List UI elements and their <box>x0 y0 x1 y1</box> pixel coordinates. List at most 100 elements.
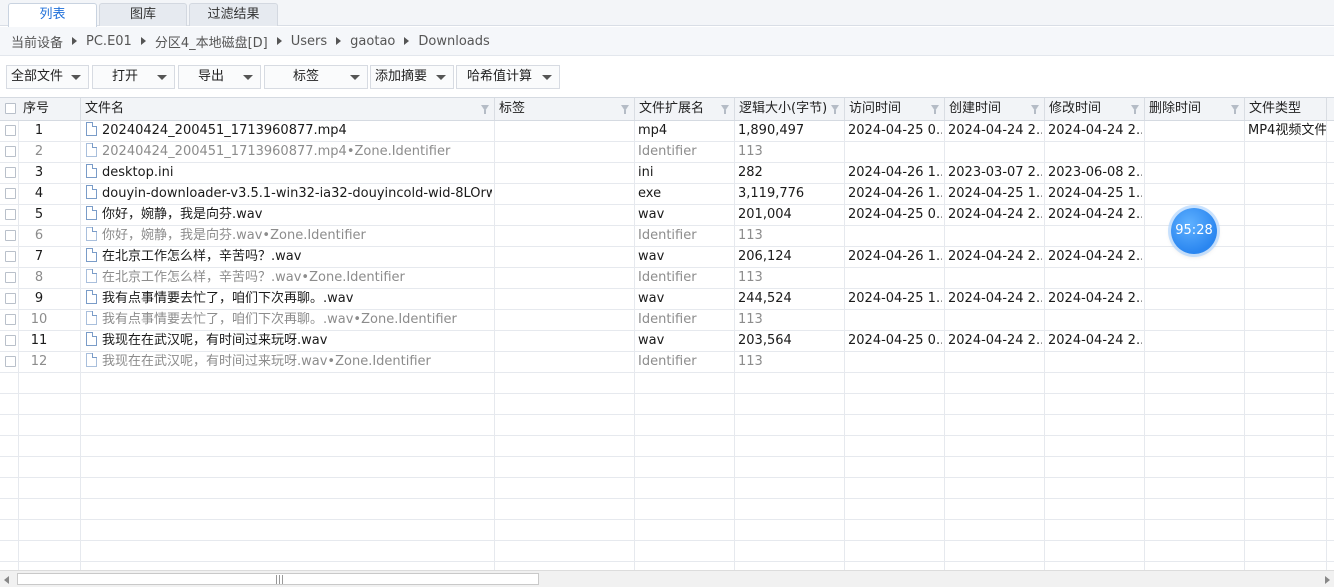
breadcrumb-item-user[interactable]: gaotao <box>350 34 395 49</box>
table-row[interactable]: 11 我现在在武汉呢，有时间过来玩呀.wav wav 203,564 2024-04-2… <box>0 331 1334 352</box>
export-button[interactable]: 导出 <box>178 65 261 89</box>
table-row[interactable]: 10 我有点事情要去忙了，咱们下次再聊。.wav•Zone.Identifier I… <box>0 310 1334 331</box>
hash-calc-button[interactable]: 哈希值计算 <box>456 65 560 89</box>
breadcrumb-item-evidence[interactable]: PC.E01 <box>86 34 132 49</box>
row-checkbox[interactable] <box>5 251 16 262</box>
column-header-tag[interactable]: 标签 <box>495 98 635 120</box>
column-header-deleted[interactable]: 删除时间 <box>1145 98 1245 120</box>
table-header: 序号 文件名 标签 文件扩展名 逻辑大小(字节) 访问时间 创建时间 修改时间 … <box>0 98 1334 121</box>
column-header-seq[interactable]: 序号 <box>18 98 81 120</box>
column-header-modified[interactable]: 修改时间 <box>1045 98 1145 120</box>
cell-size-text: 113 <box>738 270 763 285</box>
column-header-size[interactable]: 逻辑大小(字节) <box>735 98 845 120</box>
row-checkbox[interactable] <box>5 314 16 325</box>
table-row[interactable]: 1 20240424_200451_1713960877.mp4 mp4 1,890,… <box>0 121 1334 142</box>
cell-accessed-text: 2024-04-25 0... <box>848 207 942 222</box>
table-row[interactable]: 7 在北京工作怎么样，辛苦吗？.wav wav 206,124 2024-04-26 1… <box>0 247 1334 268</box>
cell-accessed <box>846 352 942 372</box>
horizontal-scrollbar[interactable]: ||| <box>0 570 1334 587</box>
filter-icon[interactable] <box>1031 105 1039 114</box>
all-files-dropdown[interactable]: 全部文件 <box>6 65 89 89</box>
breadcrumb-item-downloads[interactable]: Downloads <box>418 34 489 49</box>
filter-icon[interactable] <box>1231 105 1239 114</box>
caret-down-icon <box>243 75 253 80</box>
column-header-accessed-label: 访问时间 <box>849 101 902 116</box>
file-table: 序号 文件名 标签 文件扩展名 逻辑大小(字节) 访问时间 创建时间 修改时间 … <box>0 97 1334 570</box>
tag-button[interactable]: 标签 <box>264 65 368 89</box>
cell-accessed <box>846 310 942 330</box>
cell-ext-text: wav <box>638 207 665 222</box>
row-checkbox[interactable] <box>5 335 16 346</box>
cell-modified-text: 2024-04-24 2... <box>1048 291 1142 306</box>
cell-ext-text: wav <box>638 333 665 348</box>
table-row[interactable]: 8 在北京工作怎么样，辛苦吗？.wav•Zone.Identifier Identi… <box>0 268 1334 289</box>
cell-accessed <box>846 142 942 162</box>
file-icon <box>86 122 97 136</box>
cell-size: 282 <box>736 163 842 183</box>
row-checkbox[interactable] <box>5 230 16 241</box>
cell-deleted <box>1146 163 1242 183</box>
filter-icon[interactable] <box>481 105 489 114</box>
cell-ext-text: exe <box>638 186 662 201</box>
row-checkbox[interactable] <box>5 272 16 283</box>
column-header-deleted-label: 删除时间 <box>1149 101 1202 116</box>
cell-tag <box>496 289 632 309</box>
filter-icon[interactable] <box>831 105 839 114</box>
column-header-type[interactable]: 文件类型 <box>1245 98 1327 120</box>
add-digest-button[interactable]: 添加摘要 <box>370 65 454 89</box>
cell-accessed: 2024-04-25 0... <box>846 121 942 141</box>
cell-ext: wav <box>636 247 732 267</box>
cell-seq: 5 <box>20 205 78 225</box>
column-header-accessed[interactable]: 访问时间 <box>845 98 945 120</box>
all-files-label: 全部文件 <box>11 69 64 84</box>
row-checkbox[interactable] <box>5 125 16 136</box>
scrollbar-thumb[interactable]: ||| <box>17 573 539 585</box>
tab-gallery[interactable]: 图库 <box>99 3 187 26</box>
row-checkbox[interactable] <box>5 356 16 367</box>
cell-created: 2024-04-25 1... <box>946 184 1042 204</box>
table-row[interactable]: 4 douyin-downloader-v3.5.1-win32-ia32-dou… <box>0 184 1334 205</box>
file-icon <box>86 227 97 241</box>
cell-modified-text: 2024-04-24 2... <box>1048 123 1142 138</box>
tab-filter-results[interactable]: 过滤结果 <box>189 3 278 26</box>
cell-accessed-text: 2024-04-25 1... <box>848 291 942 306</box>
scroll-left-icon[interactable] <box>4 576 9 584</box>
filter-icon[interactable] <box>931 105 939 114</box>
cell-ext-text: Identifier <box>638 354 697 369</box>
row-checkbox[interactable] <box>5 293 16 304</box>
tab-list[interactable]: 列表 <box>8 3 97 27</box>
cell-ext: Identifier <box>636 352 732 372</box>
open-button[interactable]: 打开 <box>92 65 175 89</box>
table-row[interactable]: 9 我有点事情要去忙了，咱们下次再聊。.wav wav 244,524 2024-04-… <box>0 289 1334 310</box>
filter-icon[interactable] <box>1131 105 1139 114</box>
filter-icon[interactable] <box>621 105 629 114</box>
breadcrumb-item-users[interactable]: Users <box>291 34 327 49</box>
cell-ext-text: wav <box>638 249 665 264</box>
table-row[interactable]: 6 你好，婉静，我是向芬.wav•Zone.Identifier Identifie… <box>0 226 1334 247</box>
column-header-created-label: 创建时间 <box>949 101 1002 116</box>
row-checkbox[interactable] <box>5 188 16 199</box>
table-row[interactable]: 12 我现在在武汉呢，有时间过来玩呀.wav•Zone.Identifier Ide… <box>0 352 1334 373</box>
row-checkbox[interactable] <box>5 167 16 178</box>
select-all-checkbox[interactable] <box>5 103 16 114</box>
scroll-right-icon[interactable] <box>1325 576 1330 584</box>
breadcrumb-item-partition[interactable]: 分区4_本地磁盘[D] <box>155 32 268 51</box>
table-row[interactable]: 2 20240424_200451_1713960877.mp4•Zone.Ide… <box>0 142 1334 163</box>
cell-tag <box>496 352 632 372</box>
cell-type <box>1246 352 1326 372</box>
cell-accessed-text: 2024-04-26 1... <box>848 165 942 180</box>
cell-created <box>946 352 1042 372</box>
column-header-created[interactable]: 创建时间 <box>945 98 1045 120</box>
cell-ext: wav <box>636 331 732 351</box>
cell-accessed: 2024-04-26 1... <box>846 163 942 183</box>
table-row[interactable]: 5 你好，婉静，我是向芬.wav wav 201,004 2024-04-25 0...… <box>0 205 1334 226</box>
table-row[interactable]: 3 desktop.ini ini 282 2024-04-26 1... 2023-03… <box>0 163 1334 184</box>
filter-icon[interactable] <box>721 105 729 114</box>
column-header-ext[interactable]: 文件扩展名 <box>635 98 735 120</box>
row-checkbox[interactable] <box>5 146 16 157</box>
breadcrumb-item-device[interactable]: 当前设备 <box>11 32 63 51</box>
row-checkbox[interactable] <box>5 209 16 220</box>
timer-badge[interactable]: 95:28 <box>1171 208 1217 254</box>
cell-seq: 8 <box>20 268 78 288</box>
column-header-name[interactable]: 文件名 <box>81 98 495 120</box>
